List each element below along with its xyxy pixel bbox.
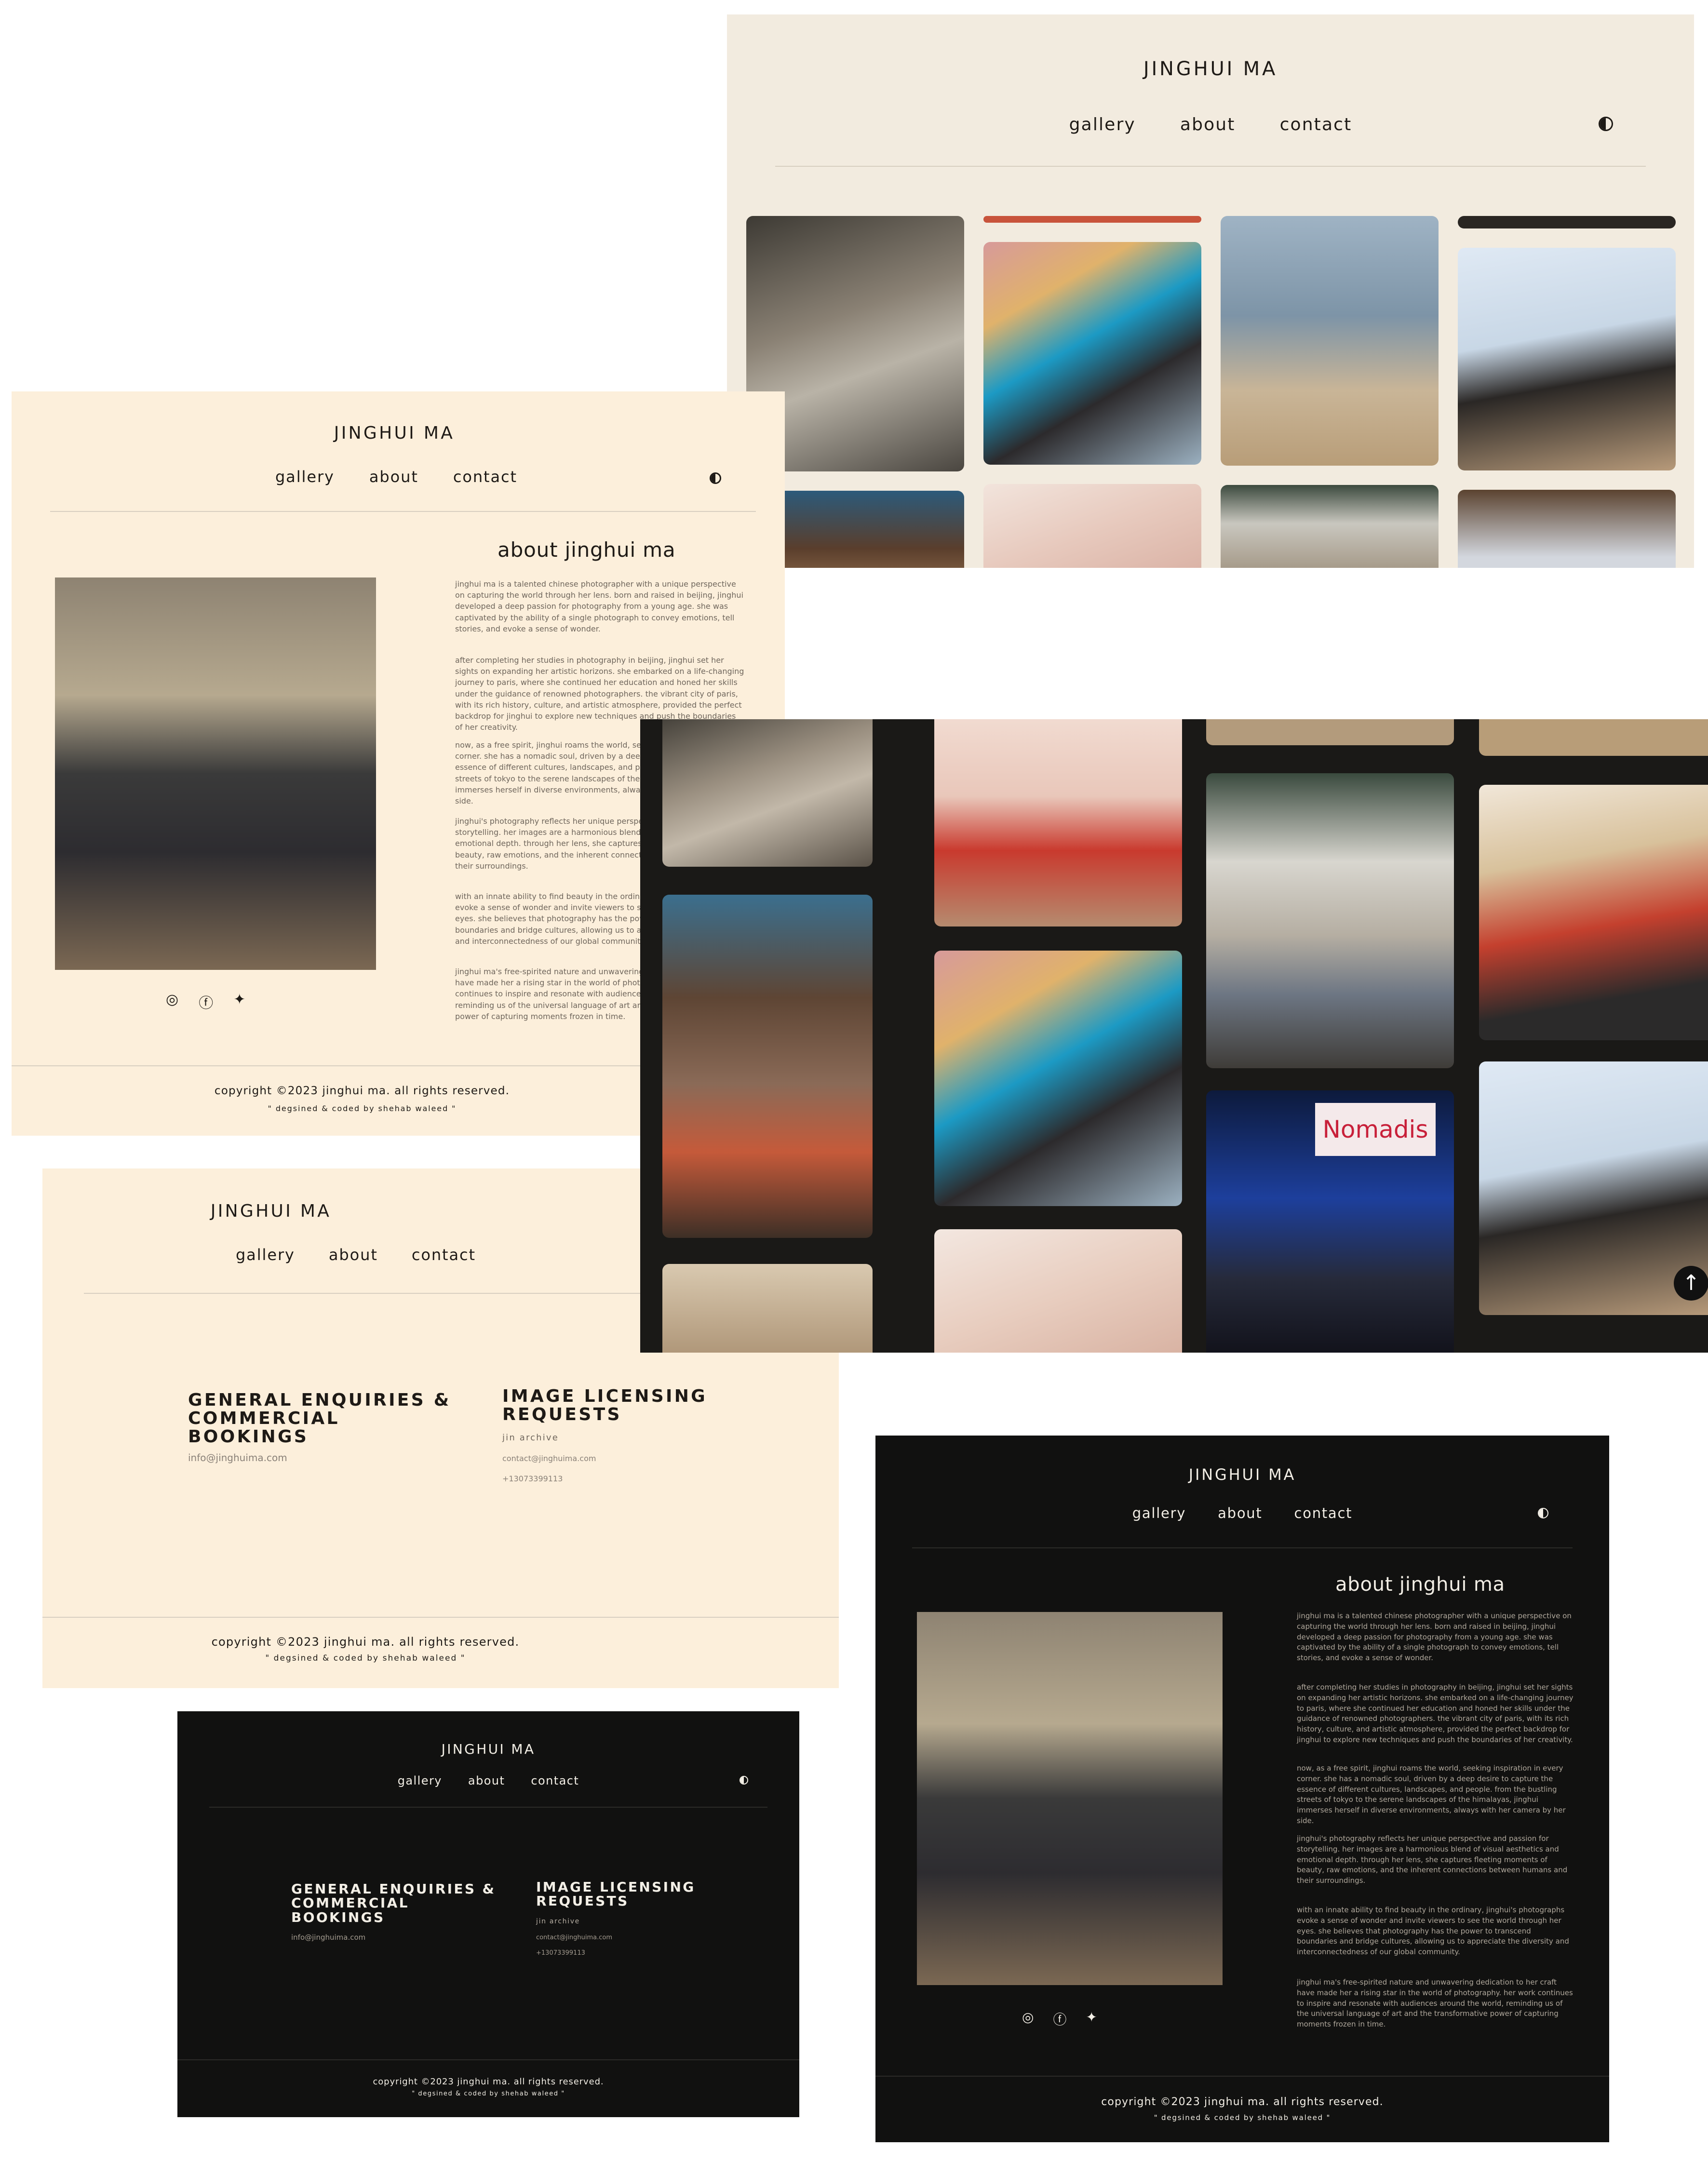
about-title: about jinghui ma [1335, 1573, 1505, 1596]
about-paragraph: with an innate ability to find beauty in… [1297, 1906, 1569, 1956]
nomadis-sign: Nomadis [1315, 1103, 1436, 1156]
licensing-phone[interactable]: +13073399113 [502, 1474, 563, 1483]
instagram-icon[interactable]: ◎ [1022, 2009, 1034, 2028]
gallery-photo[interactable] [662, 895, 873, 1238]
about-dark-panel: JINGHUI MA gallery about contact about j… [875, 1436, 1609, 2142]
about-paragraph: after completing her studies in photogra… [1297, 1683, 1574, 1744]
gallery-photo[interactable] [662, 1264, 873, 1353]
arrow-up-icon[interactable]: ↑ [1674, 1266, 1708, 1301]
main-nav: gallery about contact [727, 115, 1694, 134]
about-paragraph: jinghui ma's free-spirited nature and un… [1297, 1978, 1573, 2028]
main-nav: gallery about contact [177, 1774, 799, 1787]
footer-divider [875, 2076, 1609, 2077]
licensing-heading: IMAGE LICENSING REQUESTS [536, 1879, 696, 1909]
gallery-photo[interactable] [983, 484, 1201, 568]
gallery-photo[interactable] [1206, 773, 1454, 1068]
gallery-photo[interactable] [1479, 719, 1708, 756]
gallery-photo[interactable] [934, 719, 1182, 926]
contact-dark-panel: JINGHUI MA gallery about contact GENERAL… [177, 1711, 799, 2117]
gallery-photo[interactable] [1458, 248, 1676, 470]
nav-contact[interactable]: contact [412, 1246, 476, 1264]
nav-gallery[interactable]: gallery [275, 468, 335, 486]
licensing-subtitle: jin archive [536, 1918, 580, 1925]
nav-about[interactable]: about [1218, 1505, 1262, 1521]
about-paragraph: jinghui ma is a talented chinese photogr… [1297, 1611, 1572, 1662]
nav-gallery[interactable]: gallery [398, 1774, 442, 1787]
half-moon-icon[interactable] [1538, 1508, 1548, 1518]
general-enquiries-heading: GENERAL ENQUIRIES & COMMERCIAL BOOKINGS [291, 1881, 496, 1925]
nav-contact[interactable]: contact [531, 1774, 579, 1787]
site-brand[interactable]: JINGHUI MA [875, 1465, 1609, 1484]
nav-about[interactable]: about [1180, 115, 1236, 134]
site-brand[interactable]: JINGHUI MA [727, 58, 1694, 80]
gallery-photo[interactable] [1479, 1061, 1708, 1315]
gallery-photo[interactable] [983, 242, 1201, 465]
main-nav: gallery about contact [12, 468, 785, 486]
about-paragraph: now, as a free spirit, jinghui roams the… [1297, 1764, 1566, 1825]
gallery-photo[interactable]: Nomadis [1206, 1090, 1454, 1353]
header-divider [209, 1807, 767, 1808]
licensing-subtitle: jin archive [502, 1433, 559, 1443]
half-moon-icon[interactable] [740, 1776, 748, 1785]
nav-contact[interactable]: contact [1280, 115, 1352, 134]
nav-contact[interactable]: contact [1294, 1505, 1353, 1521]
twitter-icon[interactable]: ✦ [233, 991, 245, 1012]
gallery-photo[interactable] [1458, 490, 1676, 568]
header-divider [775, 166, 1646, 167]
nav-gallery[interactable]: gallery [236, 1246, 295, 1264]
about-paragraph: jinghui's photography reflects her uniqu… [1297, 1834, 1568, 1885]
licensing-email[interactable]: contact@jinghuima.com [502, 1454, 596, 1463]
about-paragraph: jinghui ma is a talented chinese photogr… [455, 579, 743, 633]
footer-credit: " degsined & coded by shehab waleed " [1154, 2113, 1331, 2122]
site-brand[interactable]: JINGHUI MA [12, 423, 781, 443]
site-brand[interactable]: JINGHUI MA [177, 1741, 799, 1757]
footer-credit: " degsined & coded by shehab waleed " [412, 2090, 565, 2097]
nav-about[interactable]: about [468, 1774, 505, 1787]
footer-credit: " degsined & coded by shehab waleed " [265, 1653, 466, 1663]
footer-divider [42, 1617, 839, 1618]
site-brand[interactable]: JINGHUI MA [42, 1201, 669, 1221]
gallery-dark-panel: Nomadis ↑ [640, 719, 1708, 1353]
footer-copyright: copyright ©2023 jinghui ma. all rights r… [1101, 2096, 1384, 2108]
half-moon-icon[interactable] [1599, 117, 1613, 131]
nav-gallery[interactable]: gallery [1132, 1505, 1186, 1521]
gallery-photo[interactable] [1479, 785, 1708, 1040]
gallery-photo[interactable] [1221, 485, 1439, 568]
licensing-phone[interactable]: +13073399113 [536, 1949, 585, 1957]
nav-contact[interactable]: contact [453, 468, 517, 486]
licensing-email[interactable]: contact@jinghuima.com [536, 1934, 612, 1941]
instagram-icon[interactable]: ◎ [166, 991, 178, 1012]
nav-about[interactable]: about [329, 1246, 378, 1264]
general-email[interactable]: info@jinghuima.com [291, 1933, 365, 1942]
gallery-photo[interactable] [662, 719, 873, 867]
social-links: ◎ ⓕ ✦ [166, 991, 245, 1012]
nav-about[interactable]: about [369, 468, 418, 486]
gallery-light-panel: JINGHUI MA gallery about contact [727, 14, 1694, 568]
gallery-photo[interactable] [1458, 216, 1676, 228]
header-divider [912, 1547, 1573, 1548]
footer-copyright: copyright ©2023 jinghui ma. all rights r… [211, 1635, 520, 1649]
facebook-icon[interactable]: ⓕ [1053, 2009, 1066, 2028]
facebook-icon[interactable]: ⓕ [199, 991, 213, 1012]
main-nav: gallery about contact [875, 1505, 1609, 1521]
gallery-photo[interactable] [934, 951, 1182, 1206]
gallery-photo[interactable] [934, 1229, 1182, 1353]
footer-copyright: copyright ©2023 jinghui ma. all rights r… [373, 2077, 604, 2087]
general-enquiries-heading: GENERAL ENQUIRIES & COMMERCIAL BOOKINGS [188, 1390, 451, 1447]
gallery-photo[interactable] [983, 216, 1201, 223]
header-divider [50, 511, 756, 512]
twitter-icon[interactable]: ✦ [1086, 2009, 1097, 2028]
social-links: ◎ ⓕ ✦ [1022, 2009, 1097, 2028]
portrait-photo [55, 577, 376, 970]
gallery-photo[interactable] [1206, 719, 1454, 745]
portrait-photo [917, 1612, 1223, 1985]
nav-gallery[interactable]: gallery [1069, 115, 1136, 134]
about-title: about jinghui ma [498, 538, 676, 562]
half-moon-icon[interactable] [710, 472, 721, 484]
licensing-heading: IMAGE LICENSING REQUESTS [502, 1386, 708, 1424]
general-email[interactable]: info@jinghuima.com [188, 1452, 287, 1463]
gallery-photo[interactable] [1221, 216, 1439, 466]
footer-divider [177, 2059, 799, 2060]
